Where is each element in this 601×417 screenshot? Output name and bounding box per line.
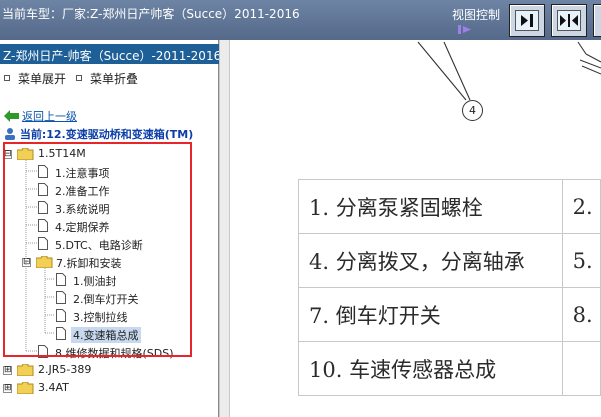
table-cell: [561, 341, 601, 396]
menu-collapse-label: 菜单折叠: [90, 72, 139, 86]
back-link[interactable]: 返回上一级: [4, 108, 77, 123]
tree-node-label: 2.JR5-389: [38, 363, 92, 376]
menu-expand-label: 菜单展开: [18, 72, 67, 86]
expand-icon[interactable]: ⊞: [3, 366, 12, 375]
split-arrows-icon: [560, 14, 578, 27]
table-row: 1. 分离泵紧固螺栓 2.: [298, 179, 601, 234]
highlight-box: [3, 142, 192, 357]
current-section-label: 当前:12.变速驱动桥和变速箱(TM): [19, 128, 194, 141]
tree-node-4at[interactable]: ⊞ 3.4AT: [0, 380, 190, 396]
table-cell: 7. 倒车灯开关: [298, 287, 563, 342]
table-row: 10. 车速传感器总成: [298, 341, 601, 396]
callout-circle: 4: [462, 100, 483, 121]
more-button[interactable]: [593, 4, 601, 37]
show-right-pane-button[interactable]: [509, 4, 545, 37]
view-indicator-icon: [458, 25, 471, 34]
exploded-diagram-fragment: [417, 41, 601, 101]
pane-title: Z-郑州日产-帅客（Succe）-2011-2016-: [0, 44, 226, 64]
pane-splitter[interactable]: [219, 40, 230, 417]
tree-node-label: 3.4AT: [38, 381, 69, 394]
menu-collapse-button[interactable]: 菜单折叠: [76, 70, 138, 87]
current-section: 当前:12.变速驱动桥和变速箱(TM): [4, 126, 194, 141]
tree-node-jr5-389[interactable]: ⊞ 2.JR5-389: [0, 362, 190, 378]
table-row: 7. 倒车灯开关 8.: [298, 287, 601, 342]
callout-number: 4: [469, 104, 476, 117]
table-cell: 4. 分离拨叉，分离轴承: [298, 233, 563, 288]
user-icon: [5, 128, 15, 140]
parts-legend-table: 1. 分离泵紧固螺栓 2. 4. 分离拨叉，分离轴承 5. 7. 倒车灯开关 8…: [298, 179, 601, 396]
folder-icon: [17, 382, 34, 394]
table-cell: 5.: [561, 233, 601, 288]
top-bar: 当前车型：厂家:Z-郑州日产帅客（Succe）2011-2016 视图控制: [0, 0, 601, 40]
square-icon: [76, 75, 82, 81]
square-icon: [4, 75, 10, 81]
table-cell: 10. 车速传感器总成: [298, 341, 563, 396]
table-row: 4. 分离拨叉，分离轴承 5.: [298, 233, 601, 288]
back-arrow-icon: [4, 110, 19, 122]
arrow-right-bar-icon: [521, 14, 533, 27]
back-link-label: 返回上一级: [22, 110, 77, 123]
menu-expand-button[interactable]: 菜单展开: [4, 70, 66, 87]
view-control-label: 视图控制: [452, 8, 501, 22]
expand-icon[interactable]: ⊞: [3, 384, 12, 393]
vehicle-title: 当前车型：厂家:Z-郑州日产帅客（Succe）2011-2016: [2, 7, 300, 21]
split-view-button[interactable]: [551, 4, 587, 37]
table-cell: 1. 分离泵紧固螺栓: [298, 179, 563, 234]
table-cell: 8.: [561, 287, 601, 342]
table-cell: 2.: [561, 179, 601, 234]
folder-icon: [17, 364, 34, 376]
